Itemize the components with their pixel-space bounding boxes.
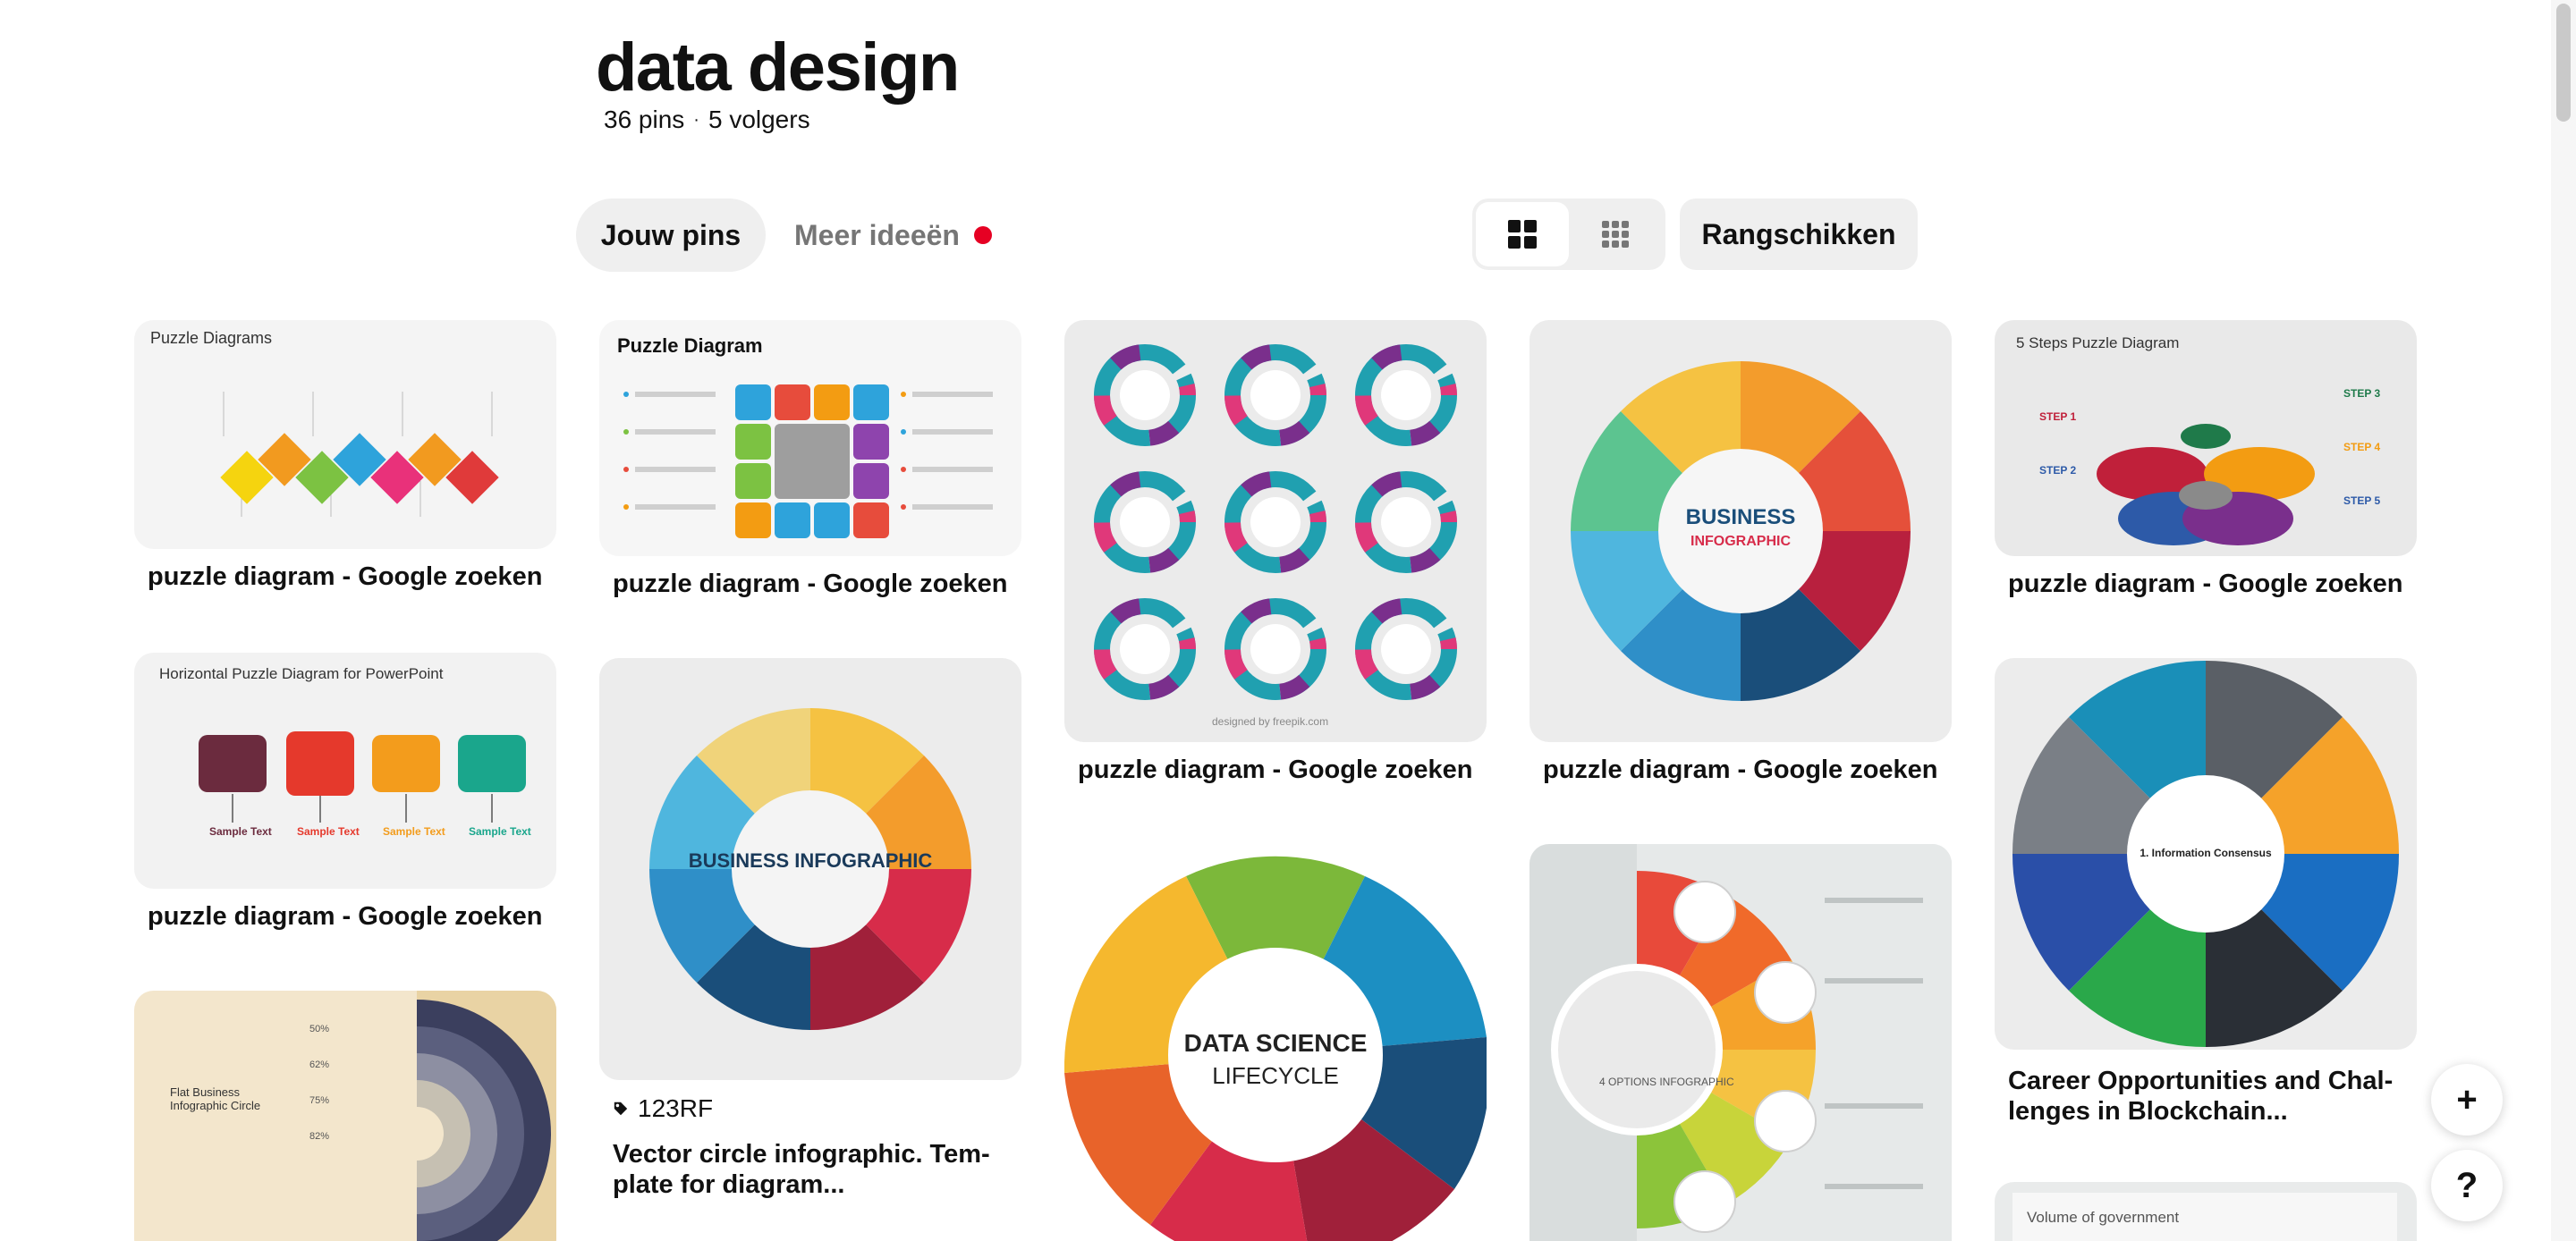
sort-button[interactable]: Rangschikken xyxy=(1680,198,1918,270)
pin-card[interactable]: 1. Information Consensus Career Opportun… xyxy=(1995,658,2417,1127)
pin-image[interactable]: 1. Information Consensus xyxy=(1995,658,2417,1050)
pin-image[interactable]: Flat Business Infographic Circle 50% 62%… xyxy=(134,991,556,1241)
pin-image-caption: Volume of government xyxy=(2012,1193,2397,1241)
pin-image-caption: 1. Information Consensus xyxy=(2140,847,2272,859)
tab-more-ideas[interactable]: Meer ideeën xyxy=(778,198,1011,272)
pin-card[interactable]: DATA SCIENCE LIFECYCLE xyxy=(1064,844,1487,1241)
pin-image[interactable]: Puzzle Diagrams xyxy=(134,320,556,549)
large-grid-icon xyxy=(1508,220,1537,249)
pin-title[interactable]: Vector circle infographic. Tem-plate for… xyxy=(599,1139,1021,1200)
svg-text:STEP 5: STEP 5 xyxy=(2343,494,2380,507)
pin-card[interactable]: Flat Business Infographic Circle 50% 62%… xyxy=(134,991,556,1241)
help-button[interactable]: ? xyxy=(2431,1150,2503,1221)
compact-view-button[interactable] xyxy=(1569,202,1662,266)
pin-image[interactable]: BUSINESS INFOGRAPHIC xyxy=(1530,320,1952,742)
view-toggle xyxy=(1472,198,1665,270)
pin-card[interactable]: Horizontal Puzzle Diagram for PowerPoint… xyxy=(134,653,556,932)
pin-title[interactable]: puzzle diagram - Google zoeken xyxy=(1530,755,1952,785)
pin-image-value: 62% xyxy=(309,1059,329,1070)
tag-icon xyxy=(614,1102,628,1116)
tab-more-ideas-label: Meer ideeën xyxy=(794,218,960,251)
pin-card[interactable]: Volume of government xyxy=(1995,1182,2417,1241)
pin-card[interactable]: BUSINESS INFOGRAPHIC puzzle diagram - Go… xyxy=(1530,320,1952,785)
scrollbar-thumb[interactable] xyxy=(2556,4,2571,122)
pin-image[interactable]: DATA SCIENCE LIFECYCLE xyxy=(1064,844,1487,1241)
svg-text:STEP 4: STEP 4 xyxy=(2343,441,2380,453)
pin-title[interactable]: puzzle diagram - Google zoeken xyxy=(1995,569,2417,599)
compact-grid-icon xyxy=(1602,221,1629,248)
pin-image-caption: BUSINESS INFOGRAPHIC xyxy=(689,849,933,872)
pin-image-value: 75% xyxy=(309,1095,329,1106)
pin-image-caption: DATA SCIENCE xyxy=(1184,1029,1368,1057)
svg-text:Sample Text: Sample Text xyxy=(297,825,360,838)
pin-title[interactable]: puzzle diagram - Google zoeken xyxy=(134,901,556,932)
pin-image-caption: LIFECYCLE xyxy=(1212,1062,1339,1089)
pin-card[interactable]: Puzzle Diagrams puzzle diagram - Google … xyxy=(134,320,556,592)
pin-image-value: 50% xyxy=(309,1024,329,1034)
pin-card[interactable]: BUSINESS INFOGRAPHIC 123RF Vector circle… xyxy=(599,658,1021,1200)
pin-card[interactable]: Puzzle Diagram puzzle diagram - Google z… xyxy=(599,320,1021,599)
pin-source[interactable]: 123RF xyxy=(599,1094,1021,1123)
pin-image-caption: BUSINESS xyxy=(1686,505,1796,529)
default-view-button[interactable] xyxy=(1476,202,1569,266)
svg-text:Sample Text: Sample Text xyxy=(469,825,531,838)
tab-your-pins[interactable]: Jouw pins xyxy=(576,198,766,272)
pin-card[interactable]: 5 Steps Puzzle Diagram STEP 1 STEP 2 STEP … xyxy=(1995,320,2417,599)
svg-text:STEP 1: STEP 1 xyxy=(2039,410,2076,423)
pin-title[interactable]: puzzle diagram - Google zoeken xyxy=(1064,755,1487,785)
pin-source-label: 123RF xyxy=(638,1094,714,1122)
pin-image-caption: designed by freepik.com xyxy=(1212,715,1329,728)
pin-image[interactable]: Horizontal Puzzle Diagram for PowerPoint… xyxy=(134,653,556,889)
svg-text:STEP 2: STEP 2 xyxy=(2039,464,2076,477)
pin-image[interactable]: 5 Steps Puzzle Diagram STEP 1 STEP 2 STEP … xyxy=(1995,320,2417,556)
pin-title[interactable]: puzzle diagram - Google zoeken xyxy=(599,569,1021,599)
scrollbar[interactable] xyxy=(2551,0,2576,1241)
pin-image[interactable]: Volume of government xyxy=(1995,1182,2417,1241)
pin-image-caption: INFOGRAPHIC xyxy=(1690,534,1791,549)
board-meta: 36 pins · 5 volgers xyxy=(604,104,810,136)
meta-separator: · xyxy=(693,110,699,130)
notification-dot xyxy=(973,226,992,244)
board-title: data design xyxy=(596,30,960,106)
pin-card[interactable]: designed by freepik.com puzzle diagram -… xyxy=(1064,320,1487,785)
followers-count[interactable]: 5 volgers xyxy=(708,104,810,136)
pin-title[interactable]: Career Opportunities and Chal-lenges in … xyxy=(1995,1066,2417,1127)
pins-count[interactable]: 36 pins xyxy=(604,104,684,136)
svg-text:Sample Text: Sample Text xyxy=(383,825,445,838)
pin-image[interactable]: BUSINESS INFOGRAPHIC xyxy=(599,658,1021,1080)
svg-text:STEP 3: STEP 3 xyxy=(2343,387,2380,400)
board-page: data design 36 pins · 5 volgers Jouw pin… xyxy=(0,0,2576,1241)
svg-text:Sample Text: Sample Text xyxy=(209,825,272,838)
pin-card[interactable]: 4 OPTIONS INFOGRAPHIC xyxy=(1530,844,1952,1241)
pin-title[interactable]: puzzle diagram - Google zoeken xyxy=(134,561,556,592)
pin-image[interactable]: Puzzle Diagram xyxy=(599,320,1021,556)
pin-image-caption: 4 OPTIONS INFOGRAPHIC xyxy=(1599,1076,1734,1088)
pin-image[interactable]: 4 OPTIONS INFOGRAPHIC xyxy=(1530,844,1952,1241)
pin-image[interactable]: designed by freepik.com xyxy=(1064,320,1487,742)
pin-image-value: 82% xyxy=(309,1131,329,1142)
add-button[interactable]: + xyxy=(2431,1064,2503,1135)
